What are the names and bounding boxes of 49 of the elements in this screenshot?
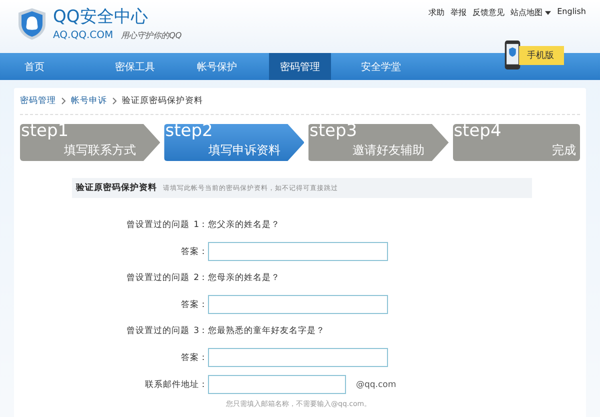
step-number: step1 xyxy=(21,121,69,141)
header-link[interactable]: 反馈意见 xyxy=(472,7,505,18)
answer-label: 答案： xyxy=(181,246,208,258)
question-text: 您最熟悉的童年好友名字是？ xyxy=(208,325,325,337)
answer-field[interactable] xyxy=(208,295,388,314)
email-domain: @qq.com xyxy=(356,380,396,390)
step-label: 填写联系方式 xyxy=(64,142,136,159)
email-label: 联系邮件地址： xyxy=(145,378,208,390)
site-title: QQ安全中心 xyxy=(53,6,149,28)
step-number: step2 xyxy=(165,121,213,141)
caret-icon xyxy=(545,10,552,15)
header-link[interactable]: English xyxy=(557,7,586,18)
breadcrumb-link[interactable]: 密码管理 xyxy=(20,95,56,107)
question-number: 2： xyxy=(194,272,208,284)
nav-tab[interactable]: 首页 xyxy=(12,53,57,80)
answer-label: 答案： xyxy=(181,352,208,364)
mobile-version-link[interactable]: 手机版 xyxy=(519,46,564,64)
section-title: 验证原密码保护资料 xyxy=(76,182,157,194)
question-text: 您母亲的姓名是？ xyxy=(208,272,280,284)
header-link[interactable]: 求助 xyxy=(428,7,445,18)
answer-label: 答案： xyxy=(181,298,208,310)
question-label: 曾设置过的问题 xyxy=(126,272,190,284)
nav-tab[interactable]: 安全学堂 xyxy=(341,53,421,80)
question-label: 曾设置过的问题 xyxy=(126,325,190,337)
question-label: 曾设置过的问题 xyxy=(126,219,190,231)
email-field[interactable] xyxy=(208,375,346,394)
question-number: 1： xyxy=(194,219,208,231)
nav-tab[interactable]: 密码管理 xyxy=(269,53,331,80)
nav-tab[interactable]: 密保工具 xyxy=(95,53,175,80)
step-label: 填写申诉资料 xyxy=(208,142,280,159)
site-slogan: 用心守护你的QQ xyxy=(121,30,182,41)
step-label: 邀请好友辅助 xyxy=(352,142,425,159)
breadcrumb-current: 验证原密码保护资料 xyxy=(122,95,203,107)
step-label: 完成 xyxy=(552,142,576,159)
step-number: step4 xyxy=(454,121,502,141)
question-text: 您父亲的姓名是？ xyxy=(208,219,280,231)
breadcrumb-link[interactable]: 帐号申诉 xyxy=(71,95,107,107)
chevron-right-icon xyxy=(61,97,66,105)
nav-tab[interactable]: 帐号保护 xyxy=(177,53,257,80)
step-number: step3 xyxy=(309,121,358,141)
site-domain: AQ.QQ.COM xyxy=(53,30,114,41)
answer-field[interactable] xyxy=(208,348,388,367)
sitemap-dropdown[interactable]: 站点地图 xyxy=(510,7,552,18)
shield-logo-icon xyxy=(17,7,47,41)
answer-field[interactable] xyxy=(208,242,388,261)
header-link[interactable]: 举报 xyxy=(450,7,467,18)
phone-icon xyxy=(504,39,521,71)
chevron-right-icon xyxy=(112,97,117,105)
question-number: 3： xyxy=(194,325,208,337)
